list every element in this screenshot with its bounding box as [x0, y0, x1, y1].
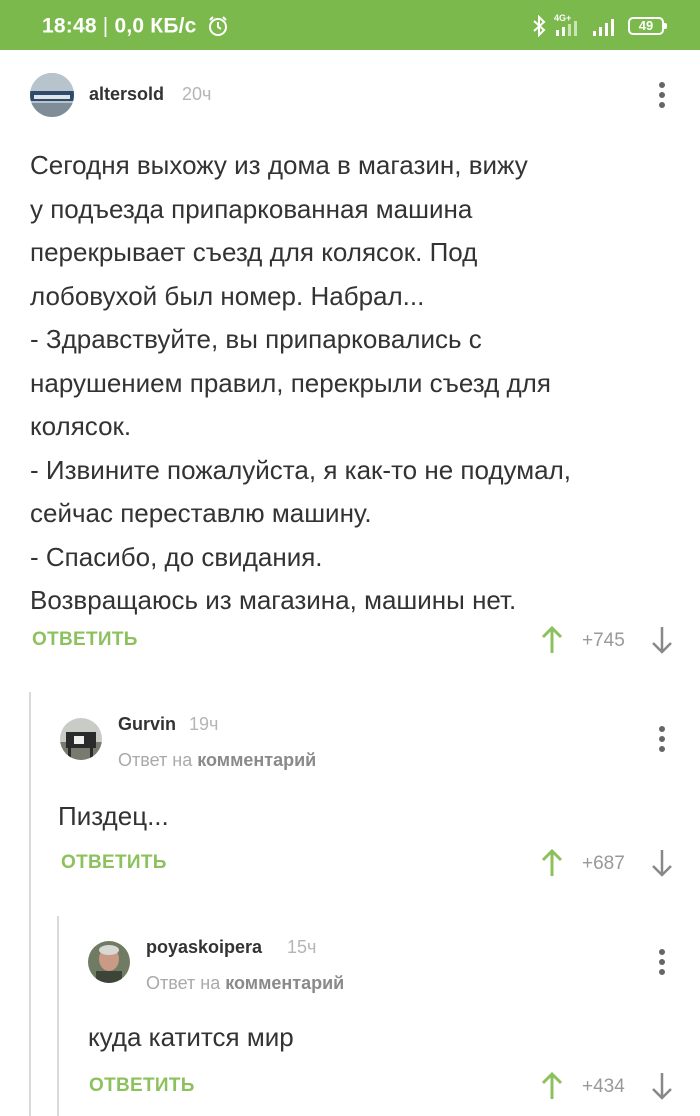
more-vertical-icon[interactable]	[659, 726, 667, 756]
status-time: 18:48	[42, 14, 97, 38]
more-vertical-icon[interactable]	[659, 82, 667, 112]
reply-to[interactable]: Ответ на комментарий	[118, 750, 316, 771]
arrow-down-icon[interactable]	[650, 625, 674, 655]
signal-icon	[593, 19, 614, 36]
status-speed: 0,0 КБ/с	[114, 14, 197, 38]
more-vertical-icon[interactable]	[659, 949, 667, 979]
avatar[interactable]	[88, 941, 130, 983]
thread-line	[57, 916, 59, 1116]
arrow-up-icon[interactable]	[540, 848, 564, 878]
reply-to-prefix: Ответ на	[118, 750, 193, 770]
arrow-down-icon[interactable]	[650, 848, 674, 878]
comment-username[interactable]: poyaskoipera	[146, 937, 262, 958]
reply-button[interactable]: ОТВЕТИТЬ	[89, 1075, 195, 1097]
vote-count: +745	[582, 630, 625, 651]
reply-button[interactable]: ОТВЕТИТЬ	[32, 629, 138, 651]
comment-username[interactable]: altersold	[89, 84, 164, 105]
reply-to-link[interactable]: комментарий	[225, 973, 344, 993]
status-right: 4G+ 49	[532, 13, 667, 38]
comment-text: Пиздец...	[58, 801, 169, 831]
network-indicator: 4G+	[554, 13, 584, 38]
comment-time: 19ч	[189, 714, 219, 734]
status-separator: |	[102, 14, 109, 38]
comment-text: Сегодня выхожу из дома в магазин, вижу у…	[30, 150, 571, 615]
status-left: 18:48 | 0,0 КБ/с	[42, 14, 229, 38]
avatar[interactable]	[60, 718, 102, 760]
comment-time: 20ч	[182, 84, 212, 104]
vote-count: +434	[582, 1076, 625, 1097]
avatar[interactable]	[30, 73, 74, 117]
signal-icon	[556, 21, 577, 36]
arrow-up-icon[interactable]	[540, 1071, 564, 1101]
comment-time: 15ч	[287, 937, 317, 957]
status-bar: 18:48 | 0,0 КБ/с 4G+ 49	[0, 0, 700, 50]
comment-text: куда катится мир	[88, 1022, 294, 1052]
battery-icon: 49	[628, 17, 667, 35]
comment-username[interactable]: Gurvin	[118, 714, 176, 735]
vote-count: +687	[582, 853, 625, 874]
alarm-clock-icon	[208, 16, 227, 37]
bluetooth-icon	[533, 15, 546, 37]
reply-to-prefix: Ответ на	[146, 973, 221, 993]
thread-line	[29, 692, 31, 1116]
reply-to[interactable]: Ответ на комментарий	[146, 973, 344, 994]
arrow-up-icon[interactable]	[540, 625, 564, 655]
reply-button[interactable]: ОТВЕТИТЬ	[61, 852, 167, 874]
arrow-down-icon[interactable]	[650, 1071, 674, 1101]
reply-to-link[interactable]: комментарий	[197, 750, 316, 770]
